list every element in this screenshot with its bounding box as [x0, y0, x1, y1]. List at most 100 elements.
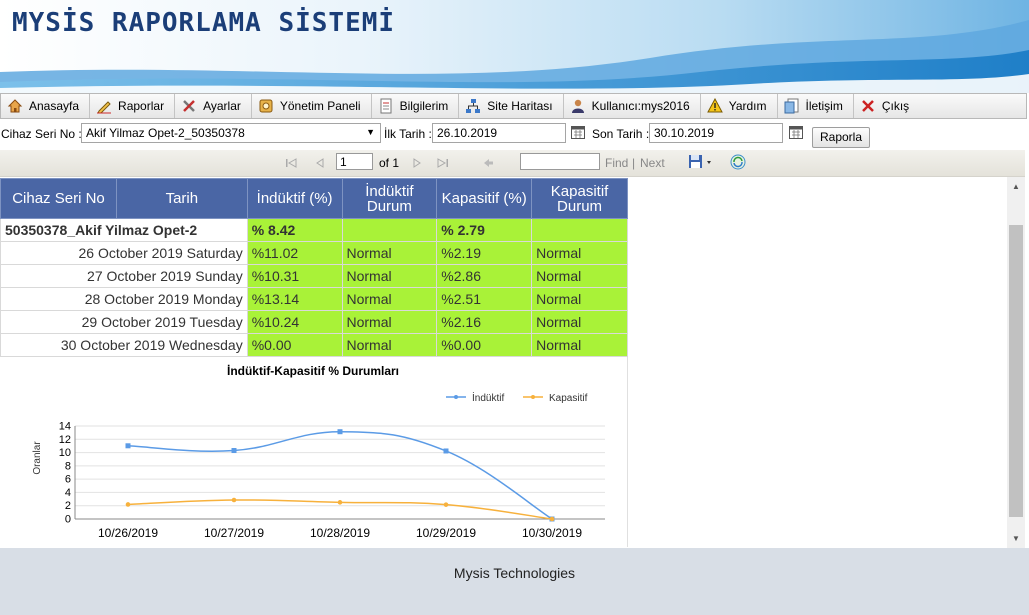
data-point-induktif — [443, 448, 449, 454]
x-tick-label: 10/30/2019 — [522, 526, 582, 540]
group-name: 50350378_Akif Yilmaz Opet-2 — [0, 218, 248, 242]
table-row: 30 October 2019 Wednesday %0.00 Normal %… — [0, 333, 628, 357]
chevron-down-icon: ▼ — [366, 127, 375, 137]
group-capacitive-status — [531, 218, 628, 242]
y-tick-label: 10 — [59, 447, 71, 459]
row-date: 27 October 2019 Sunday — [0, 264, 248, 288]
column-header: İndüktif Durum — [341, 178, 438, 219]
chart-title: İndüktif-Kapasitif % Durumları — [227, 363, 399, 378]
main-menu: Anasayfa Raporlar Ayarlar Yönetim Paneli… — [0, 93, 1027, 119]
menu-item-yardim[interactable]: Yardım — [701, 94, 778, 118]
page-count-label: of 1 — [379, 156, 400, 170]
row-inductive: %10.31 — [246, 264, 343, 288]
column-header: Kapasitif Durum — [531, 178, 628, 219]
menu-item-ayarlar[interactable]: Ayarlar — [175, 94, 252, 118]
y-tick-label: 14 — [59, 421, 71, 433]
device-select-value: Akif Yilmaz Opet-2_50350378 — [86, 126, 245, 140]
menu-label: Anasayfa — [29, 99, 80, 113]
y-tick-label: 6 — [65, 474, 71, 486]
find-separator: | — [632, 156, 636, 170]
column-header: İndüktif (%) — [246, 178, 343, 219]
row-capacitive-status: Normal — [531, 310, 628, 334]
previous-page-icon[interactable] — [314, 157, 326, 169]
vertical-scrollbar[interactable]: ▲ ▼ — [1007, 177, 1025, 548]
row-date: 26 October 2019 Saturday — [0, 241, 248, 265]
scroll-down-arrow[interactable]: ▼ — [1012, 534, 1020, 543]
row-capacitive-status: Normal — [531, 287, 628, 311]
menu-item-site-haritasi[interactable]: Site Haritası — [459, 94, 564, 118]
end-date-label: Son Tarih : — [592, 127, 650, 141]
menu-item-raporlar[interactable]: Raporlar — [90, 94, 176, 118]
page-number-value: 1 — [340, 155, 347, 169]
row-inductive: %0.00 — [246, 333, 343, 357]
column-header: Cihaz Seri No — [0, 178, 117, 219]
row-capacitive-status: Normal — [531, 264, 628, 288]
row-inductive-status: Normal — [341, 287, 438, 311]
footer: Mysis Technologies — [0, 548, 1029, 615]
row-date: 28 October 2019 Monday — [0, 287, 248, 311]
menu-item-kullanici[interactable]: Kullanıcı:mys2016 — [564, 94, 701, 118]
back-icon[interactable] — [482, 157, 494, 169]
row-date: 30 October 2019 Wednesday — [0, 333, 248, 357]
contact-icon — [784, 98, 798, 114]
y-tick-label: 8 — [65, 460, 71, 472]
table-row: 28 October 2019 Monday %13.14 Normal %2.… — [0, 287, 628, 311]
device-select[interactable]: Akif Yilmaz Opet-2_50350378 ▼ — [81, 123, 381, 143]
scroll-up-arrow[interactable]: ▲ — [1012, 182, 1020, 191]
page-number-input[interactable]: 1 — [336, 153, 373, 170]
menu-item-cikis[interactable]: Çıkış — [854, 94, 919, 118]
row-capacitive: %0.00 — [436, 333, 533, 357]
menu-item-iletisim[interactable]: İletişim — [778, 94, 854, 118]
data-point-kapasitif — [231, 497, 237, 503]
document-icon — [380, 98, 392, 114]
next-link[interactable]: Next — [640, 156, 665, 170]
x-tick-label: 10/28/2019 — [310, 526, 370, 540]
report-viewer: Cihaz Seri No Tarih İndüktif (%) İndükti… — [0, 177, 1025, 548]
report-table: Cihaz Seri No Tarih İndüktif (%) İndükti… — [0, 178, 628, 357]
header-banner: MYSİS RAPORLAMA SİSTEMİ — [0, 0, 1029, 93]
refresh-icon[interactable] — [730, 154, 746, 170]
find-input[interactable] — [520, 153, 600, 170]
menu-item-yonetim-paneli[interactable]: Yönetim Paneli — [252, 94, 372, 118]
end-date-input[interactable]: 30.10.2019 — [649, 123, 783, 143]
data-point-kapasitif — [443, 502, 449, 507]
row-inductive-status: Normal — [341, 310, 438, 334]
menu-label: İletişim — [805, 99, 843, 113]
row-inductive: %11.02 — [246, 241, 343, 265]
tools-icon — [183, 100, 195, 112]
column-header: Tarih — [115, 178, 248, 219]
row-capacitive-status: Normal — [531, 241, 628, 265]
data-point-kapasitif — [337, 500, 343, 505]
row-inductive-status: Normal — [341, 264, 438, 288]
calendar-icon[interactable] — [789, 126, 803, 139]
chart-container: İndüktif-Kapasitif % Durumları İndüktif … — [0, 357, 628, 547]
menu-label: Yönetim Paneli — [279, 99, 361, 113]
data-point-induktif — [337, 429, 343, 435]
data-point-induktif — [125, 443, 131, 449]
x-tick-label: 10/29/2019 — [416, 526, 476, 540]
scrollbar-thumb[interactable] — [1009, 225, 1023, 517]
y-tick-label: 4 — [65, 487, 71, 499]
y-tick-label: 2 — [65, 500, 71, 512]
report-button[interactable]: Raporla — [812, 127, 870, 148]
menu-item-bilgilerim[interactable]: Bilgilerim — [372, 94, 460, 118]
first-page-icon[interactable] — [285, 157, 297, 169]
app-title: MYSİS RAPORLAMA SİSTEMİ — [12, 8, 396, 38]
table-row: 27 October 2019 Sunday %10.31 Normal %2.… — [0, 264, 628, 288]
start-date-input[interactable]: 26.10.2019 — [432, 123, 566, 143]
close-icon — [861, 100, 874, 112]
row-capacitive: %2.19 — [436, 241, 533, 265]
menu-item-anasayfa[interactable]: Anasayfa — [1, 94, 91, 118]
group-inductive: % 8.42 — [246, 218, 343, 242]
table-row: 29 October 2019 Tuesday %10.24 Normal %2… — [0, 310, 628, 334]
find-link[interactable]: Find — [605, 156, 628, 170]
export-save-icon[interactable] — [688, 154, 716, 170]
row-date: 29 October 2019 Tuesday — [0, 310, 248, 334]
menu-label: Yardım — [728, 99, 767, 113]
next-page-icon[interactable] — [411, 157, 423, 169]
calendar-icon[interactable] — [571, 126, 585, 139]
start-date-value: 26.10.2019 — [437, 126, 498, 140]
end-date-value: 30.10.2019 — [654, 126, 715, 140]
row-inductive: %10.24 — [246, 310, 343, 334]
last-page-icon[interactable] — [437, 157, 449, 169]
